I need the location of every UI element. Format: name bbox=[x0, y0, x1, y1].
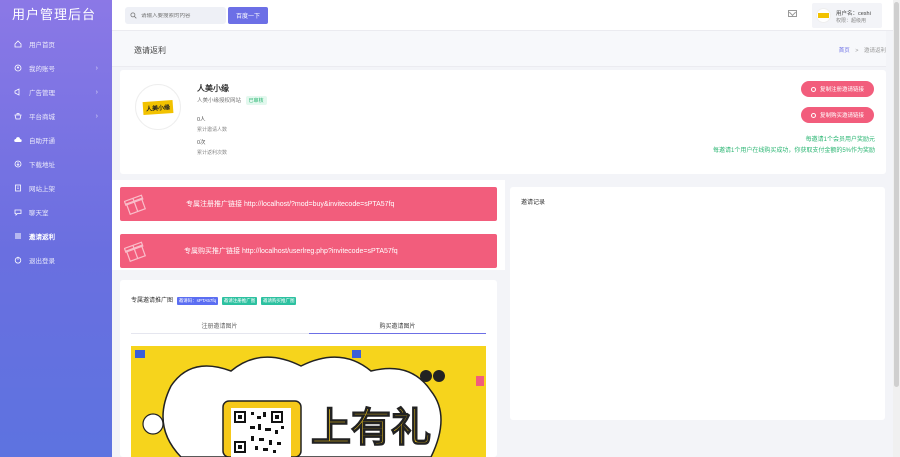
copy-register-link-label: 复制注册邀请链接 bbox=[819, 87, 864, 93]
sidebar-item-label: 自助开通 bbox=[29, 138, 55, 145]
logout-icon bbox=[14, 256, 22, 264]
profile-desc: 人美小缘授权网站 已审核 bbox=[197, 96, 267, 105]
buy-link-text: 专属购买推广链接 http://localhost/userlreg.php?i… bbox=[184, 248, 398, 255]
copy-buy-link-label: 复制购买邀请链接 bbox=[819, 113, 864, 119]
copy-register-link-button[interactable]: 复制注册邀请链接 bbox=[801, 81, 874, 97]
user-circle-icon bbox=[14, 64, 22, 72]
rebate-count-label: 累计返利次数 bbox=[197, 150, 228, 156]
poster-illustration: 上有礼 bbox=[131, 346, 486, 457]
register-poster-tag[interactable]: 邀请注册推广图 bbox=[221, 297, 258, 305]
search-input[interactable] bbox=[141, 12, 226, 19]
sidebar: 用户管理后台 用户首页 我的账号 › 广告管理 › 平台商城 › 自助开通 下载… bbox=[0, 0, 112, 457]
sidebar-item-invite[interactable]: 邀请返利 bbox=[0, 224, 112, 248]
sidebar-item-label: 下载地址 bbox=[29, 162, 55, 169]
invite-records-title: 邀请记录 bbox=[521, 200, 546, 206]
home-icon bbox=[14, 40, 22, 48]
buy-poster-tag[interactable]: 邀请购买推广图 bbox=[260, 297, 297, 305]
sidebar-nav: 用户首页 我的账号 › 广告管理 › 平台商城 › 自助开通 下载地址 网站上架 bbox=[0, 32, 112, 272]
poster-panel: 专属邀请推广图 邀请码：sPTA57fq 邀请注册推广图 邀请购买推广图 注册邀… bbox=[120, 280, 497, 457]
rebate-count: 0次 bbox=[197, 140, 206, 146]
user-icon bbox=[810, 112, 816, 118]
sidebar-item-ads[interactable]: 广告管理 › bbox=[0, 80, 112, 104]
megaphone-icon bbox=[14, 88, 22, 96]
user-menu[interactable]: 用户名：ceshi 权限：超级用 bbox=[812, 3, 882, 28]
site-logo: 人美小缘 bbox=[135, 84, 181, 130]
chevron-right-icon: › bbox=[95, 112, 98, 120]
logo-text: 人美小缘 bbox=[142, 99, 174, 115]
sidebar-item-label: 退出登录 bbox=[29, 258, 55, 265]
sidebar-item-label: 用户首页 bbox=[29, 42, 55, 49]
sidebar-item-home[interactable]: 用户首页 bbox=[0, 32, 112, 56]
poster-panel-title: 专属邀请推广图 邀请码：sPTA57fq 邀请注册推广图 邀请购买推广图 bbox=[131, 295, 297, 305]
upload-icon bbox=[14, 184, 22, 192]
app-title: 用户管理后台 bbox=[12, 7, 97, 22]
topbar: 百度一下 用户名：ceshi 权限：超级用 bbox=[112, 0, 900, 31]
search-box bbox=[125, 7, 226, 24]
search-icon bbox=[130, 12, 137, 19]
gift-icon bbox=[124, 194, 146, 215]
shop-icon bbox=[14, 112, 22, 120]
tab-buy-image[interactable]: 购买邀请图片 bbox=[309, 321, 486, 334]
reward-note-buy: 每邀请1个用户在线购买成功，你获取支付金额的5%作为奖励 bbox=[712, 148, 875, 154]
avatar bbox=[816, 8, 831, 23]
sidebar-item-shop[interactable]: 平台商城 › bbox=[0, 104, 112, 128]
tab-register-image[interactable]: 注册邀请图片 bbox=[131, 321, 308, 334]
user-role: 权限：超级用 bbox=[836, 18, 867, 24]
profile-card: 人美小缘 人美小缘 人美小缘授权网站 已审核 0人 累计邀请人数 0次 累计返利… bbox=[120, 70, 886, 174]
user-name: 用户名：ceshi bbox=[836, 11, 871, 17]
poster-title-text: 专属邀请推广图 bbox=[131, 298, 174, 304]
buy-link-banner[interactable]: 专属购买推广链接 http://localhost/userlreg.php?i… bbox=[120, 234, 497, 268]
invite-code-tag: 邀请码：sPTA57fq bbox=[176, 297, 219, 305]
invite-count-label: 累计邀请人数 bbox=[197, 127, 228, 133]
page-scrollbar[interactable] bbox=[893, 0, 900, 457]
chevron-right-icon: › bbox=[95, 64, 98, 72]
sidebar-item-label: 邀请返利 bbox=[29, 234, 55, 241]
reward-note-register: 每邀请1个会员用户奖励元 bbox=[805, 137, 875, 143]
sidebar-item-chat[interactable]: 聊天室 bbox=[0, 200, 112, 224]
breadcrumb-home[interactable]: 首页 bbox=[839, 48, 850, 54]
page-header: 邀请返利 首页 > 邀请返利 bbox=[112, 31, 886, 67]
page-title: 邀请返利 bbox=[134, 46, 166, 55]
sidebar-item-site-listing[interactable]: 网站上架 bbox=[0, 176, 112, 200]
sidebar-item-account[interactable]: 我的账号 › bbox=[0, 56, 112, 80]
status-badge: 已审核 bbox=[245, 96, 267, 105]
search-button[interactable]: 百度一下 bbox=[228, 7, 268, 24]
chevron-right-icon: › bbox=[95, 88, 98, 96]
copy-buy-link-button[interactable]: 复制购买邀请链接 bbox=[801, 107, 874, 123]
download-icon bbox=[14, 160, 22, 168]
sidebar-item-label: 聊天室 bbox=[29, 210, 49, 217]
sidebar-item-download[interactable]: 下载地址 bbox=[0, 152, 112, 176]
scrollbar-thumb[interactable] bbox=[894, 2, 899, 387]
mail-icon[interactable] bbox=[788, 10, 797, 17]
poster-image: 上有礼 bbox=[131, 346, 486, 457]
breadcrumb: 首页 > 邀请返利 bbox=[839, 46, 886, 54]
invite-records-panel: 邀请记录 bbox=[510, 187, 885, 420]
invite-icon bbox=[14, 232, 22, 240]
profile-desc-text: 人美小缘授权网站 bbox=[197, 98, 242, 104]
sidebar-item-self-service[interactable]: 自助开通 bbox=[0, 128, 112, 152]
sidebar-item-logout[interactable]: 退出登录 bbox=[0, 248, 112, 272]
invite-count: 0人 bbox=[197, 117, 206, 123]
breadcrumb-current: 邀请返利 bbox=[863, 48, 886, 54]
profile-name: 人美小缘 bbox=[197, 84, 229, 93]
register-link-text: 专属注册推广链接 http://localhost/?mod=buy&invit… bbox=[186, 201, 395, 208]
poster-tabs: 注册邀请图片 购买邀请图片 bbox=[131, 317, 486, 334]
cloud-icon bbox=[14, 136, 22, 144]
breadcrumb-separator: > bbox=[855, 48, 859, 54]
sidebar-item-label: 网站上架 bbox=[29, 186, 55, 193]
sidebar-item-label: 我的账号 bbox=[29, 66, 55, 73]
register-link-banner[interactable]: 专属注册推广链接 http://localhost/?mod=buy&invit… bbox=[120, 187, 497, 221]
gift-icon bbox=[124, 241, 146, 262]
sidebar-item-label: 广告管理 bbox=[29, 90, 55, 97]
chat-icon bbox=[14, 208, 22, 216]
poster-text: 上有礼 bbox=[311, 405, 431, 451]
user-icon bbox=[810, 86, 816, 92]
sidebar-item-label: 平台商城 bbox=[29, 114, 55, 121]
